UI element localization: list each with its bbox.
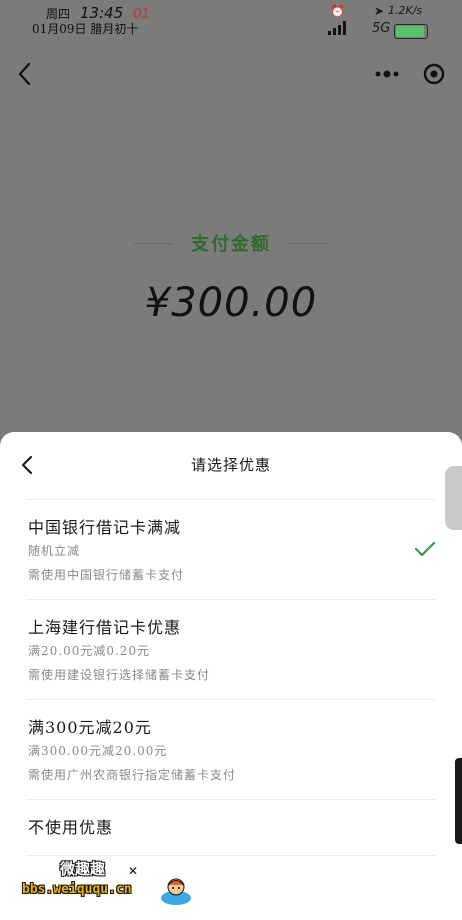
payment-label-row: 支付金额 (0, 230, 462, 256)
side-edge-handle (455, 758, 462, 844)
more-dots-icon[interactable] (374, 68, 400, 80)
discount-option-none[interactable]: 不使用优惠 (0, 800, 462, 856)
payment-amount: ¥300.00 (144, 280, 318, 326)
discount-option-ccb[interactable]: 上海建行借记卡优惠 满20.00元减0.20元 需使用建设银行选择储蓄卡支付 (0, 600, 462, 700)
watermark: 微趣趣 ✕ bbs.weiququ.cn (22, 856, 202, 912)
option-description: 满300.00元减20.00元 (28, 744, 168, 758)
option-requirement: 需使用建设银行选择储蓄卡支付 (28, 668, 211, 682)
status-time: 13:45 (80, 4, 124, 22)
option-title: 不使用优惠 (28, 818, 114, 837)
option-requirement: 需使用中国银行储蓄卡支付 (28, 568, 185, 582)
payment-label: 支付金额 (191, 234, 271, 255)
alarm-icon: ⏰ (330, 4, 345, 18)
location-icon: ➤ (374, 4, 385, 18)
status-bar: 周四 13:45 01 01月09日 腊月初十 ⏰ ➤ 1.2K/s 5G (0, 0, 462, 50)
watermark-url: bbs.weiququ.cn (22, 882, 132, 897)
option-requirement: 需使用广州农商银行指定储蓄卡支付 (28, 768, 237, 782)
status-date: 01月09日 (32, 22, 87, 36)
option-description: 随机立减 (28, 544, 81, 558)
watermark-sparkle-icon: ✕ (128, 864, 139, 878)
watermark-brand: 微趣趣 (60, 860, 106, 878)
status-datetime: 周四 13:45 01 01月09日 腊月初十 (32, 6, 150, 37)
option-title: 中国银行借记卡满减 (28, 518, 182, 537)
divider (289, 242, 329, 244)
status-seconds: 01 (133, 7, 150, 22)
option-title: 上海建行借记卡优惠 (28, 618, 182, 637)
scrollbar-thumb[interactable] (445, 466, 462, 530)
check-icon (414, 541, 436, 557)
network-type: 5G (372, 21, 391, 36)
discount-option-boc[interactable]: 中国银行借记卡满减 随机立减 需使用中国银行储蓄卡支付 (0, 500, 462, 600)
nav-capsule (374, 62, 446, 86)
watermark-logo-icon (161, 878, 191, 905)
target-close-icon[interactable] (422, 62, 446, 86)
status-indicators: ⏰ ➤ 1.2K/s 5G (322, 4, 432, 48)
status-weekday: 周四 (46, 7, 71, 21)
back-icon[interactable] (14, 60, 36, 88)
option-title: 满300元减20元 (28, 718, 152, 737)
net-speed: 1.2K/s (388, 4, 423, 17)
battery-icon (394, 24, 428, 39)
option-description: 满20.00元减0.20元 (28, 644, 151, 658)
discount-option-grcb[interactable]: 满300元减20元 满300.00元减20.00元 需使用广州农商银行指定储蓄卡… (0, 700, 462, 800)
sheet-header: 请选择优惠 (0, 432, 462, 498)
divider (133, 242, 173, 244)
sheet-title: 请选择优惠 (190, 456, 271, 474)
discount-sheet: 请选择优惠 中国银行借记卡满减 随机立减 需使用中国银行储蓄卡支付 上海建行借记… (0, 432, 462, 920)
status-lunar-date: 腊月初十 (90, 22, 139, 36)
signal-icon (328, 21, 346, 35)
